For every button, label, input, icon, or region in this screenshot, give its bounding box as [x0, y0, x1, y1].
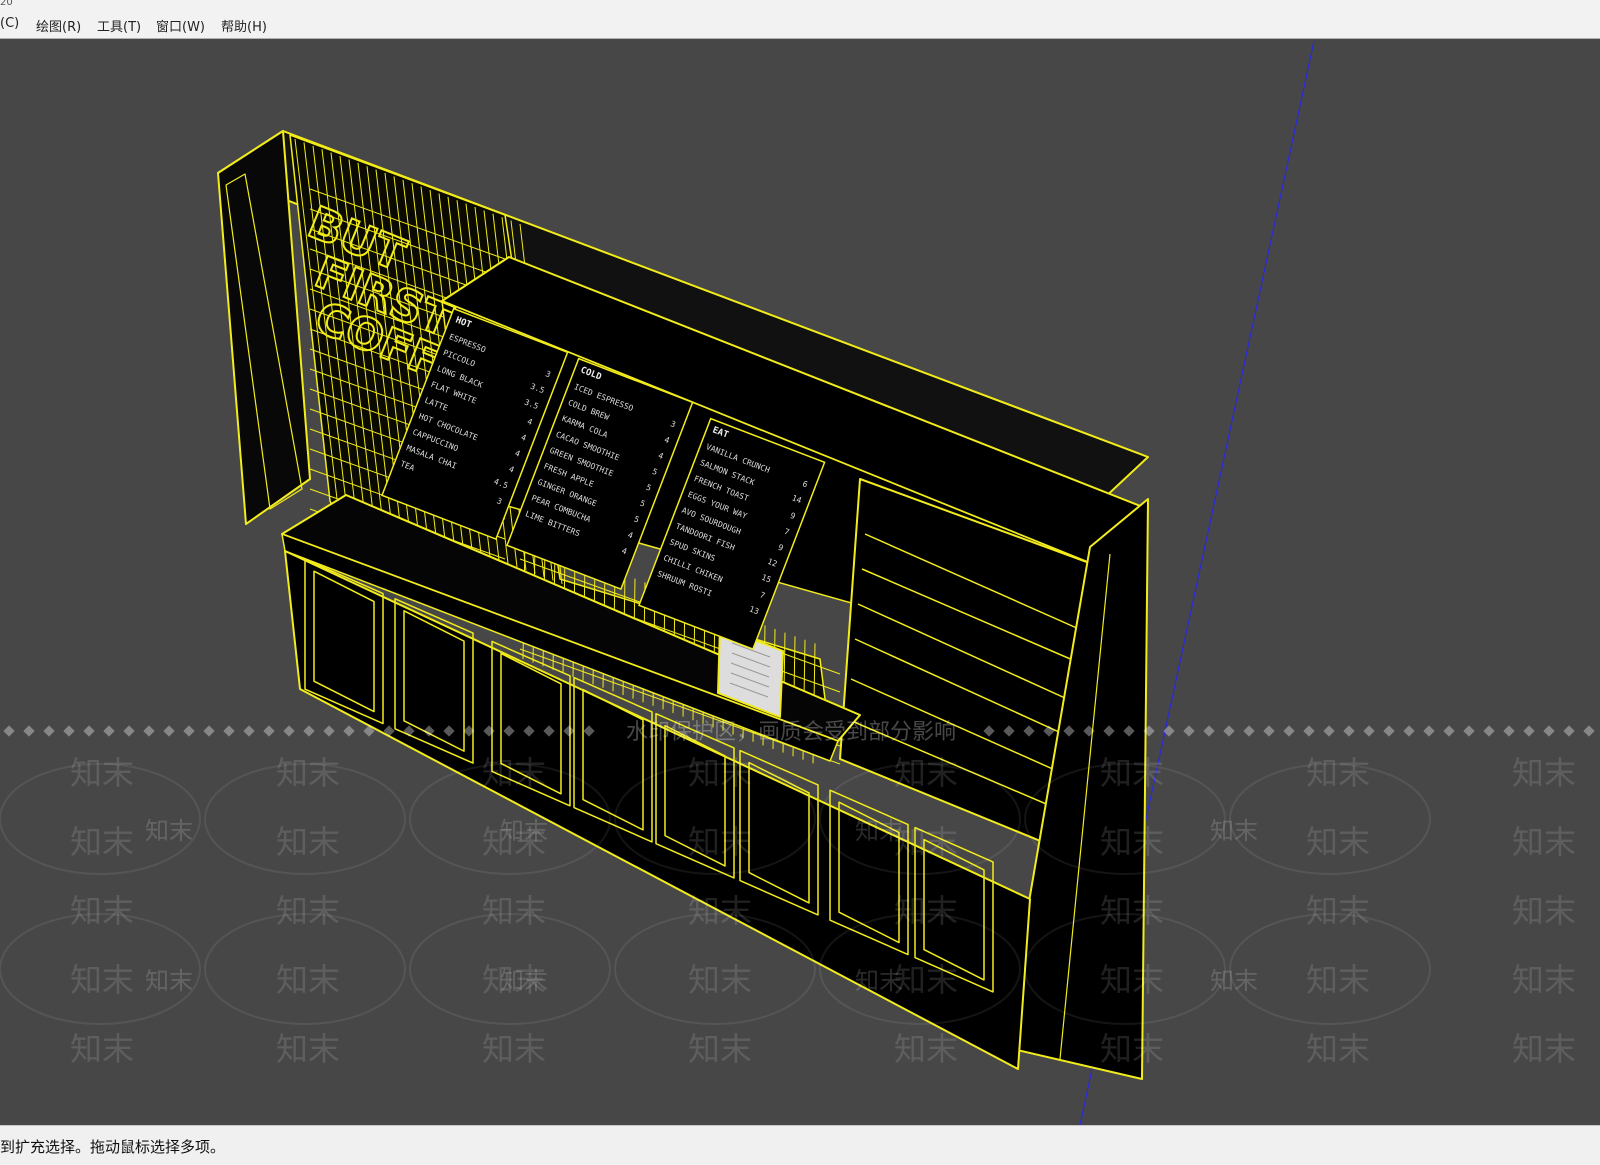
watermark-text: 知末: [1512, 1030, 1576, 1068]
watermark-notice: 水印保护区，画质会受到部分影响: [626, 720, 956, 745]
watermark-text: 知末: [1306, 823, 1370, 861]
model-canvas[interactable]: BUT FIRST COFFEE HOTESPRESSO3PICCOLO3.5L…: [0, 39, 1600, 1125]
watermark-diamond: [1403, 725, 1415, 737]
watermark-diamond: [1463, 725, 1475, 737]
menu-tools[interactable]: 工具(T): [97, 16, 141, 35]
watermark-text: 知末: [894, 961, 958, 999]
watermark-diamond: [1423, 725, 1435, 737]
title-bar: 20: [0, 0, 1600, 10]
watermark-text: 知末: [482, 892, 546, 930]
watermark-text: 知末: [482, 1030, 546, 1068]
watermark-text: 知末: [894, 754, 958, 792]
watermark-diamond: [3, 725, 15, 737]
watermark-text: 知末: [1306, 754, 1370, 792]
status-bar: 到扩充选择。拖动鼠标选择多项。: [0, 1125, 1600, 1165]
watermark-text: 知末: [500, 817, 548, 845]
watermark-diamond: [1263, 725, 1275, 737]
watermark-text: 知末: [276, 1030, 340, 1068]
watermark-text: 知末: [1512, 961, 1576, 999]
watermark-text: 知末: [894, 823, 958, 861]
watermark-diamond: [223, 725, 235, 737]
watermark-text: 知末: [1100, 1030, 1164, 1068]
watermark-text: 知末: [145, 967, 193, 995]
watermark-diamond: [283, 725, 295, 737]
watermark-diamond: [1243, 725, 1255, 737]
watermark-diamond: [1183, 725, 1195, 737]
menu-edit[interactable]: (C): [0, 16, 19, 31]
menu-help[interactable]: 帮助(H): [221, 16, 267, 35]
watermark-diamond: [1383, 725, 1395, 737]
watermark-text: 知末: [1306, 892, 1370, 930]
watermark-diamond: [243, 725, 255, 737]
watermark-text: 知末: [855, 967, 903, 995]
watermark-text: 知末: [1100, 754, 1164, 792]
watermark-text: 知末: [1306, 961, 1370, 999]
watermark-diamond: [1503, 725, 1515, 737]
3d-viewport[interactable]: BUT FIRST COFFEE HOT ESPRESSO 3 PICCOLO 3.5 L…: [0, 39, 1600, 1125]
watermark-text: 知末: [688, 823, 752, 861]
watermark-diamond: [263, 725, 275, 737]
watermark-text: 知末: [1100, 823, 1164, 861]
watermark-diamond: [63, 725, 75, 737]
watermark-text: 知末: [1512, 823, 1576, 861]
watermark-text: 知末: [1100, 892, 1164, 930]
watermark-text: 知末: [1306, 1030, 1370, 1068]
watermark-text: 知末: [276, 823, 340, 861]
watermark-diamond: [303, 725, 315, 737]
watermark-text: 知末: [482, 754, 546, 792]
status-text: 到扩充选择。拖动鼠标选择多项。: [0, 1138, 226, 1156]
watermark-diamond: [1443, 725, 1455, 737]
menu-window[interactable]: 窗口(W): [156, 16, 205, 35]
watermark-diamond: [83, 725, 95, 737]
watermark-text: 知末: [894, 1030, 958, 1068]
watermark-diamond: [1363, 725, 1375, 737]
watermark-text: 知末: [855, 817, 903, 845]
watermark-diamond: [1523, 725, 1535, 737]
watermark-diamond: [1343, 725, 1355, 737]
watermark-text: 知末: [70, 1030, 134, 1068]
watermark-diamond: [1543, 725, 1555, 737]
watermark-diamond: [43, 725, 55, 737]
watermark-text: 知末: [688, 754, 752, 792]
watermark-diamond: [1303, 725, 1315, 737]
watermark-diamond: [1483, 725, 1495, 737]
watermark-diamond: [1583, 725, 1595, 737]
watermark-text: 知末: [1512, 892, 1576, 930]
watermark-diamond: [123, 725, 135, 737]
watermark-text: 知末: [70, 961, 134, 999]
watermark-text: 知末: [688, 961, 752, 999]
watermark-text: 知末: [1100, 961, 1164, 999]
watermark-text: 知末: [276, 892, 340, 930]
watermark-text: 知末: [1512, 754, 1576, 792]
watermark-diamond: [343, 725, 355, 737]
watermark-text: 知末: [70, 892, 134, 930]
watermark-text: 知末: [145, 817, 193, 845]
watermark-diamond: [1223, 725, 1235, 737]
watermark-diamond: [23, 725, 35, 737]
menu-draw[interactable]: 绘图(R): [36, 16, 81, 35]
watermark-text: 知末: [688, 892, 752, 930]
watermark-text: 知末: [276, 754, 340, 792]
menu-bar: (C) 绘图(R) 工具(T) 窗口(W) 帮助(H): [0, 10, 1600, 39]
window-title: 20: [0, 0, 13, 8]
watermark-text: 知末: [500, 967, 548, 995]
watermark-text: 知末: [70, 754, 134, 792]
watermark-diamond: [103, 725, 115, 737]
watermark-diamond: [203, 725, 215, 737]
watermark-diamond: [1283, 725, 1295, 737]
watermark-diamond: [323, 725, 335, 737]
watermark-diamond: [1323, 725, 1335, 737]
watermark-diamond: [183, 725, 195, 737]
watermark-diamond: [1203, 725, 1215, 737]
watermark-text: 知末: [688, 1030, 752, 1068]
watermark-diamond: [1163, 725, 1175, 737]
watermark-diamond: [143, 725, 155, 737]
watermark-text: 知末: [894, 892, 958, 930]
watermark-text: 知末: [70, 823, 134, 861]
watermark-diamond: [1563, 725, 1575, 737]
watermark-diamond: [163, 725, 175, 737]
watermark-text: 知末: [276, 961, 340, 999]
